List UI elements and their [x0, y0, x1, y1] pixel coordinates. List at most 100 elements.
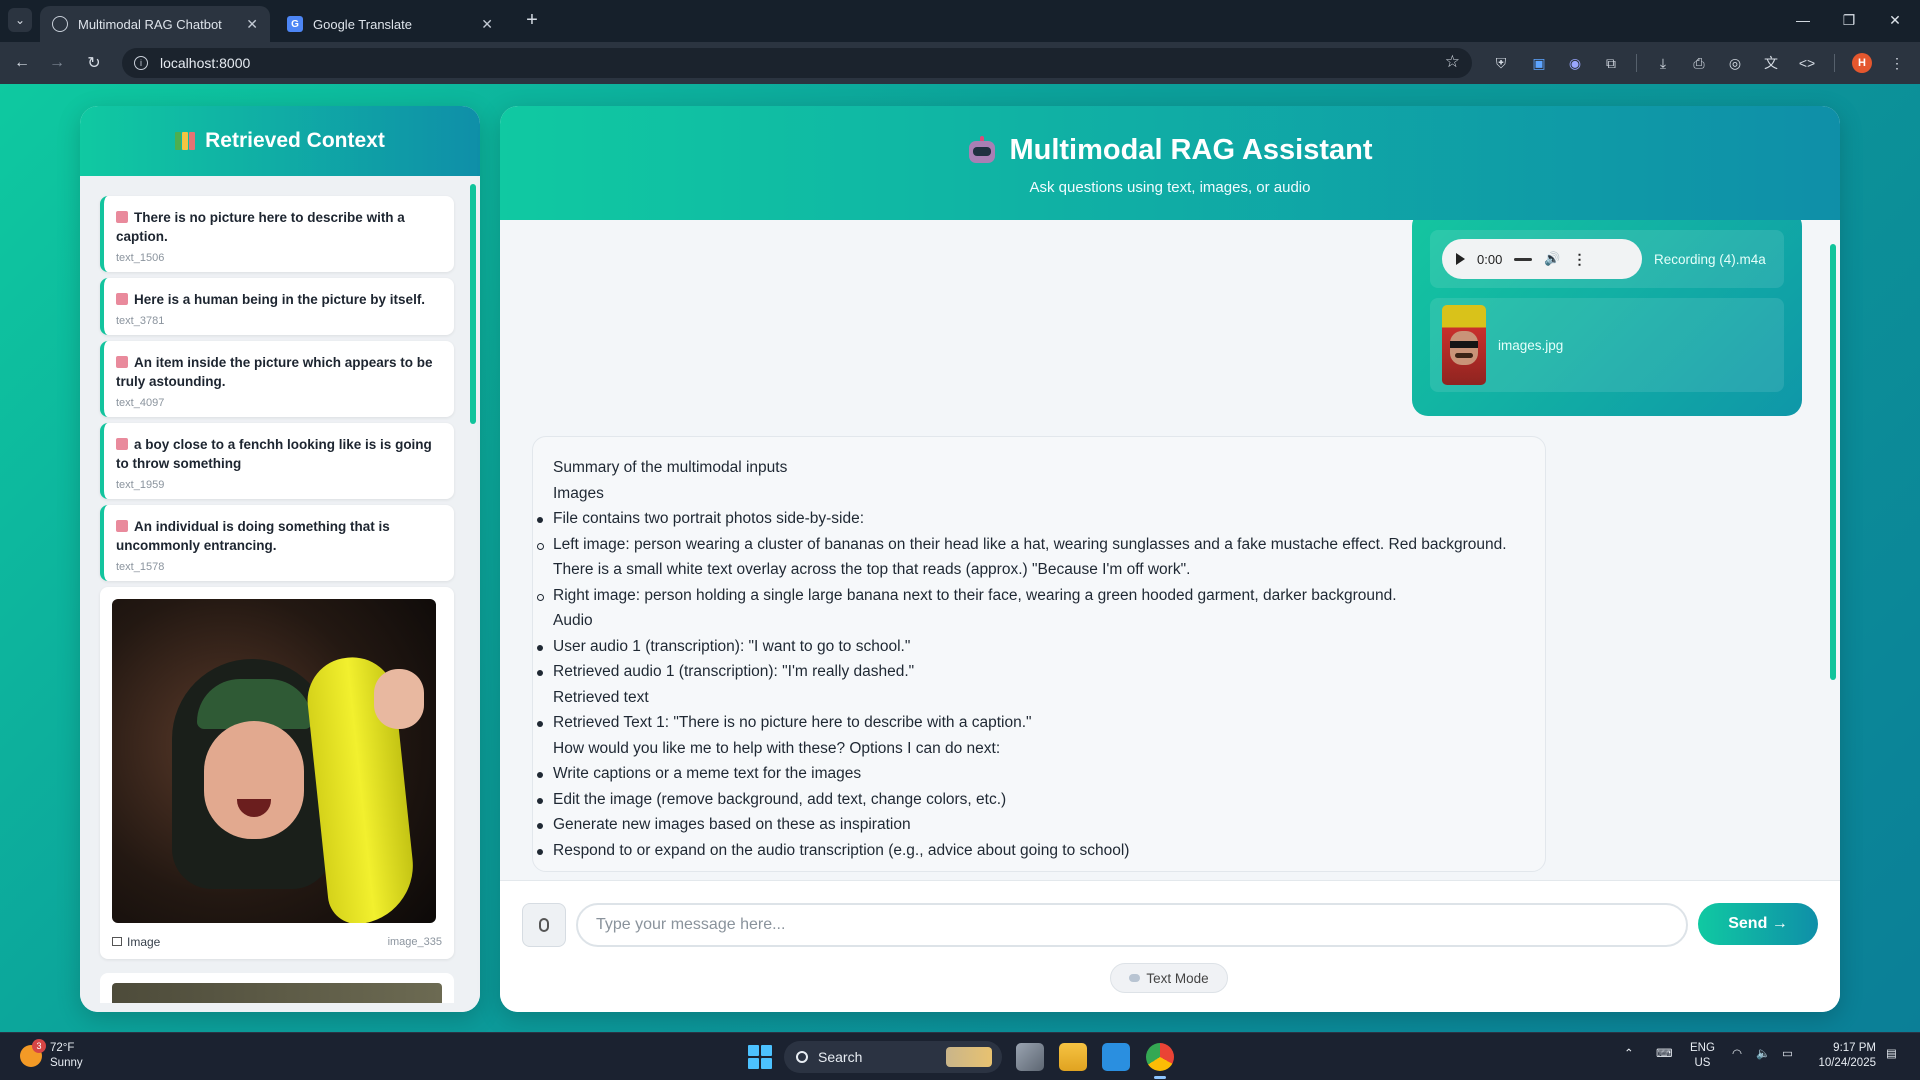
toolbar-divider [1636, 54, 1637, 72]
tab-title: Multimodal RAG Chatbot [78, 16, 222, 32]
bookmark-star-icon[interactable]: ☆ [1445, 52, 1460, 72]
image-attachment: images.jpg [1430, 298, 1784, 392]
context-id: text_3781 [116, 315, 165, 327]
message-paragraph: Retrieved text [553, 688, 649, 706]
retrieved-context-list[interactable]: There is no picture here to describe wit… [80, 176, 480, 1012]
context-text-item: Here is a human being in the picture by … [100, 278, 454, 335]
keyboard-icon[interactable]: ⌨ [1656, 1047, 1673, 1062]
image-thumbnail[interactable] [1442, 305, 1486, 385]
forward-arrow-icon[interactable]: → [45, 51, 69, 75]
translate-icon[interactable]: 文 [1762, 54, 1780, 72]
close-window-button[interactable]: ✕ [1872, 6, 1918, 34]
back-arrow-icon[interactable]: ← [10, 51, 34, 75]
context-scrollbar[interactable] [470, 184, 476, 424]
message-list-item: Right image: person holding a single lar… [537, 583, 1525, 609]
chat-panel: Multimodal RAG Assistant Ask questions u… [500, 106, 1840, 1012]
shield-extension-icon[interactable]: ⛨ [1492, 54, 1510, 72]
message-input[interactable] [576, 903, 1688, 947]
site-info-icon[interactable]: i [134, 56, 148, 70]
chat-subtitle: Ask questions using text, images, or aud… [1029, 178, 1311, 196]
tab-search-button[interactable]: ⌄ [8, 8, 32, 32]
context-text: An individual is doing something that is… [116, 519, 390, 553]
wifi-icon[interactable]: ◠ [1732, 1047, 1742, 1062]
download-icon[interactable]: ⤓ [1654, 54, 1672, 72]
mode-indicator[interactable]: Text Mode [1110, 963, 1228, 993]
volume-icon[interactable]: 🔊 [1544, 251, 1560, 267]
message-list-item: Edit the image (remove background, add t… [537, 787, 1525, 813]
vscode-icon[interactable] [1102, 1043, 1130, 1071]
chat-messages[interactable]: 0:00 🔊 ⋮ Recording (4).m4a images.jpg Su… [500, 220, 1840, 880]
audio-filename: Recording (4).m4a [1654, 251, 1766, 267]
context-id: text_1578 [116, 561, 165, 573]
clock-time: 9:17 PM [1833, 1042, 1876, 1054]
play-icon[interactable] [1456, 253, 1465, 265]
progress-bar[interactable] [1514, 257, 1533, 261]
minimize-button[interactable]: — [1780, 6, 1826, 34]
image-filename: images.jpg [1498, 337, 1564, 353]
message-list-item: Respond to or expand on the audio transc… [537, 838, 1525, 864]
tab-google-translate[interactable]: G Google Translate ✕ [275, 6, 505, 42]
message-list-item: Retrieved audio 1 (transcription): "I'm … [537, 659, 1525, 685]
notifications-icon[interactable]: ▤ [1886, 1047, 1897, 1062]
screenshot-icon[interactable]: ◎ [1726, 54, 1744, 72]
user-message: 0:00 🔊 ⋮ Recording (4).m4a images.jpg [1412, 220, 1802, 416]
google-translate-icon: G [287, 16, 303, 32]
chat-header: Multimodal RAG Assistant Ask questions u… [500, 106, 1840, 220]
taskbar-search[interactable]: Search [784, 1041, 1002, 1073]
retrieved-context-panel: Retrieved Context There is no picture he… [80, 106, 480, 1012]
message-paragraph: Audio [553, 612, 593, 629]
tab-multimodal-rag-chatbot[interactable]: Multimodal RAG Chatbot ✕ [40, 6, 270, 42]
task-view-icon[interactable] [1016, 1043, 1044, 1071]
chat-bubble-icon [1129, 974, 1141, 982]
chrome-icon[interactable] [1146, 1043, 1174, 1079]
profile-avatar[interactable]: H [1852, 53, 1872, 73]
memo-icon [116, 520, 128, 532]
send-button[interactable]: Send → [1698, 903, 1818, 945]
context-image-item: Image image_335 [100, 587, 454, 959]
message-paragraph: How would you like me to help with these… [553, 739, 1001, 757]
chat-scrollbar[interactable] [1830, 244, 1836, 680]
print-icon[interactable]: ⎙ [1690, 54, 1708, 72]
memo-icon [116, 438, 128, 450]
context-text: There is no picture here to describe wit… [116, 210, 405, 244]
battery-icon[interactable]: ▭ [1782, 1047, 1793, 1062]
message-paragraph: Summary of the multimodal inputs [553, 459, 788, 476]
extension-icon[interactable]: ▣ [1530, 54, 1548, 72]
mode-label: Text Mode [1146, 970, 1209, 986]
address-bar[interactable]: i localhost:8000 ☆ [122, 48, 1472, 78]
close-tab-icon[interactable]: ✕ [246, 16, 258, 33]
restore-button[interactable]: ❐ [1826, 6, 1872, 34]
weather-widget[interactable]: 3 72°F Sunny [20, 1039, 83, 1071]
devtools-code-icon[interactable]: <> [1798, 54, 1816, 72]
more-options-icon[interactable]: ⋮ [1573, 251, 1587, 268]
mic-button[interactable] [522, 903, 566, 947]
speaker-icon[interactable]: 🔈 [1756, 1047, 1770, 1062]
menu-kebab-icon[interactable]: ⋮ [1888, 54, 1906, 72]
new-tab-button[interactable]: + [520, 8, 544, 32]
show-hidden-icons-chevron[interactable]: ⌃ [1624, 1047, 1634, 1062]
chat-title: Multimodal RAG Assistant [1009, 134, 1373, 166]
globe-icon [52, 16, 68, 32]
audio-player[interactable]: 0:00 🔊 ⋮ [1442, 239, 1642, 279]
search-icon [796, 1051, 808, 1063]
robot-icon [967, 135, 997, 166]
language-indicator[interactable]: ENG US [1690, 1041, 1715, 1071]
extensions-puzzle-icon[interactable]: ⧉ [1602, 54, 1620, 72]
audio-attachment: 0:00 🔊 ⋮ Recording (4).m4a [1430, 230, 1784, 288]
message-paragraph: Images [553, 484, 604, 502]
reload-icon[interactable]: ↻ [82, 51, 106, 75]
context-text-item: An individual is doing something that is… [100, 505, 454, 581]
windows-start-icon[interactable] [748, 1045, 772, 1069]
audio-time: 0:00 [1477, 251, 1503, 267]
sun-icon: 3 [20, 1039, 46, 1067]
context-id: text_4097 [116, 397, 165, 409]
clock[interactable]: 9:17 PM 10/24/2025 [1814, 1041, 1876, 1071]
file-explorer-icon[interactable] [1059, 1043, 1087, 1071]
close-tab-icon[interactable]: ✕ [481, 16, 493, 33]
discord-extension-icon[interactable]: ◉ [1566, 54, 1584, 72]
url-text: localhost:8000 [160, 55, 251, 71]
weather-temp: 72°F [50, 1042, 75, 1054]
search-highlight-image [946, 1047, 992, 1067]
memo-icon [116, 211, 128, 223]
toolbar-divider [1834, 54, 1835, 72]
